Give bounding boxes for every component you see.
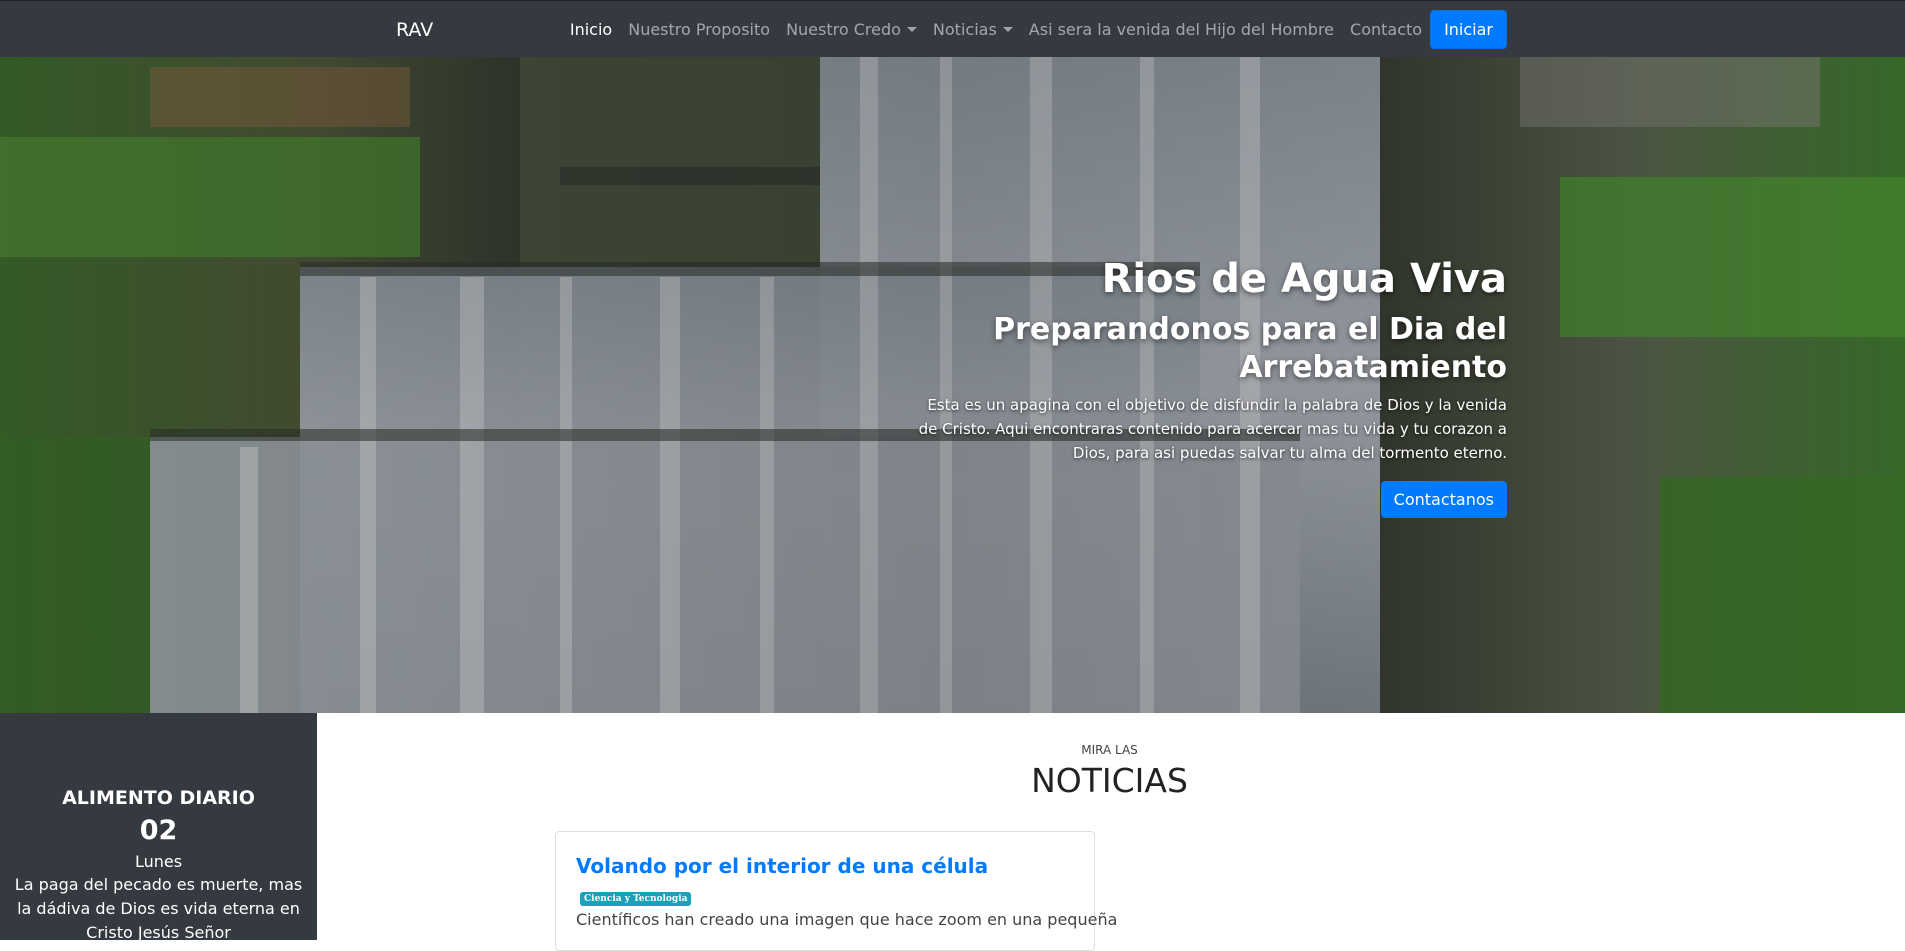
news-card-excerpt: Científicos han creado una imagen que ha… (576, 910, 1118, 929)
nav-item-label: Noticias (932, 20, 997, 39)
chevron-down-icon (906, 27, 917, 32)
hero-title: Rios de Agua Viva (1101, 256, 1507, 302)
daily-verse: La paga del pecado es muerte, mas la dád… (14, 875, 303, 942)
nav-item-label: Nuestro Proposito (628, 20, 771, 39)
nav-item-label: Nuestro Credo (786, 20, 901, 39)
login-button[interactable]: Iniciar (1430, 10, 1507, 49)
top-navbar: RAV Inicio Nuestro Proposito Nuestro Cre… (0, 0, 1905, 57)
nav-item-noticias[interactable]: Noticias (933, 20, 1013, 39)
nav-item-label: Inicio (569, 20, 613, 39)
news-card-title[interactable]: Volando por el interior de una célula (576, 854, 988, 878)
nav-menu: Inicio Nuestro Proposito Nuestro Credo N… (554, 1, 1507, 58)
brand-logo[interactable]: RAV (396, 19, 433, 41)
daily-title: ALIMENTO DIARIO (62, 787, 255, 809)
nav-item-venida[interactable]: Asi sera la venida del Hijo del Hombre (1029, 20, 1334, 39)
contact-button[interactable]: Contactanos (1380, 481, 1507, 518)
daily-weekday: Lunes (134, 852, 183, 871)
news-heading: NOTICIAS (1031, 761, 1188, 800)
nav-item-contacto[interactable]: Contacto (1350, 20, 1422, 39)
news-kicker: MIRA LAS (1081, 743, 1138, 757)
category-badge[interactable]: Ciencia y Tecnologia (580, 892, 692, 906)
chevron-down-icon (1002, 27, 1013, 32)
nav-item-inicio[interactable]: Inicio (570, 20, 612, 39)
daily-day-number: 02 (139, 815, 178, 846)
nav-item-nuestro-proposito[interactable]: Nuestro Proposito (628, 20, 770, 39)
nav-item-label: Asi sera la venida del Hijo del Hombre (1028, 20, 1335, 39)
hero-banner: Rios de Agua Viva Preparandonos para el … (0, 57, 1905, 713)
news-section: MIRA LAS NOTICIAS Volando por el interio… (317, 713, 1905, 951)
nav-item-label: Contacto (1350, 20, 1423, 39)
nav-item-nuestro-credo[interactable]: Nuestro Credo (786, 20, 917, 39)
news-card: Volando por el interior de una célula Ci… (555, 831, 1118, 951)
hero-subtitle: Preparandonos para el Dia del Arrebatami… (993, 312, 1507, 385)
daily-bread-panel: ALIMENTO DIARIO 02 Lunes La paga del pec… (0, 713, 317, 942)
hero-description: Esta es un apagina con el objetivo de di… (918, 396, 1507, 462)
hero-content: Rios de Agua Viva Preparandonos para el … (907, 255, 1507, 518)
